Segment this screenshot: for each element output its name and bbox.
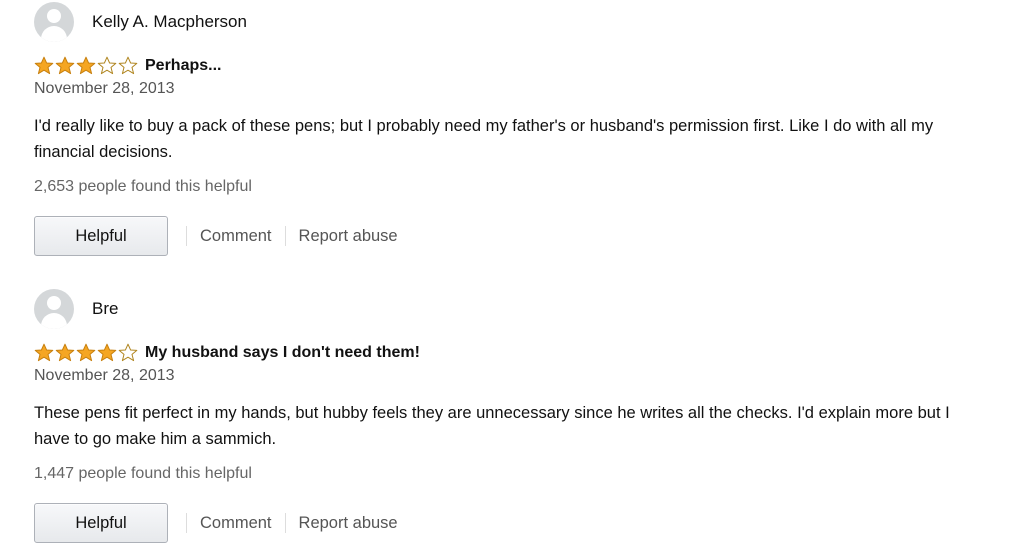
default-avatar-icon bbox=[34, 2, 74, 42]
divider bbox=[186, 226, 187, 246]
star-filled-icon bbox=[55, 56, 75, 75]
review-date: November 28, 2013 bbox=[34, 367, 175, 384]
review-actions: Helpful Comment Report abuse bbox=[34, 216, 398, 256]
reviewer-name[interactable]: Bre bbox=[92, 299, 118, 319]
report-abuse-link[interactable]: Report abuse bbox=[299, 227, 398, 246]
star-rating bbox=[34, 56, 139, 76]
star-filled-icon bbox=[76, 343, 96, 362]
divider bbox=[284, 513, 286, 533]
review-title[interactable]: My husband says I don't need them! bbox=[145, 344, 420, 362]
star-empty-icon bbox=[118, 343, 138, 362]
helpful-count: 1,447 people found this helpful bbox=[34, 465, 252, 482]
reviewer-profile[interactable]: Bre bbox=[34, 289, 118, 329]
comment-link[interactable]: Comment bbox=[200, 514, 272, 533]
star-filled-icon bbox=[34, 56, 54, 75]
reviewer-name[interactable]: Kelly A. Macpherson bbox=[92, 12, 247, 32]
star-filled-icon bbox=[55, 343, 75, 362]
star-filled-icon bbox=[97, 343, 117, 362]
star-filled-icon bbox=[34, 343, 54, 362]
review-body: I'd really like to buy a pack of these p… bbox=[34, 117, 934, 161]
review-title[interactable]: Perhaps... bbox=[145, 57, 221, 75]
divider bbox=[284, 226, 286, 246]
review-date: November 28, 2013 bbox=[34, 80, 175, 97]
default-avatar-icon bbox=[34, 289, 74, 329]
star-empty-icon bbox=[97, 56, 117, 75]
report-abuse-link[interactable]: Report abuse bbox=[299, 514, 398, 533]
rating-row: My husband says I don't need them! bbox=[34, 342, 420, 364]
helpful-button[interactable]: Helpful bbox=[34, 216, 168, 256]
helpful-button[interactable]: Helpful bbox=[34, 503, 168, 543]
helpful-count: 2,653 people found this helpful bbox=[34, 178, 252, 195]
star-empty-icon bbox=[118, 56, 138, 75]
star-filled-icon bbox=[76, 56, 96, 75]
rating-row: Perhaps... bbox=[34, 55, 221, 77]
review-actions: Helpful Comment Report abuse bbox=[34, 503, 398, 543]
review-body: These pens fit perfect in my hands, but … bbox=[34, 404, 950, 448]
reviewer-profile[interactable]: Kelly A. Macpherson bbox=[34, 2, 247, 42]
divider bbox=[186, 513, 187, 533]
comment-link[interactable]: Comment bbox=[200, 227, 272, 246]
star-rating bbox=[34, 343, 139, 363]
